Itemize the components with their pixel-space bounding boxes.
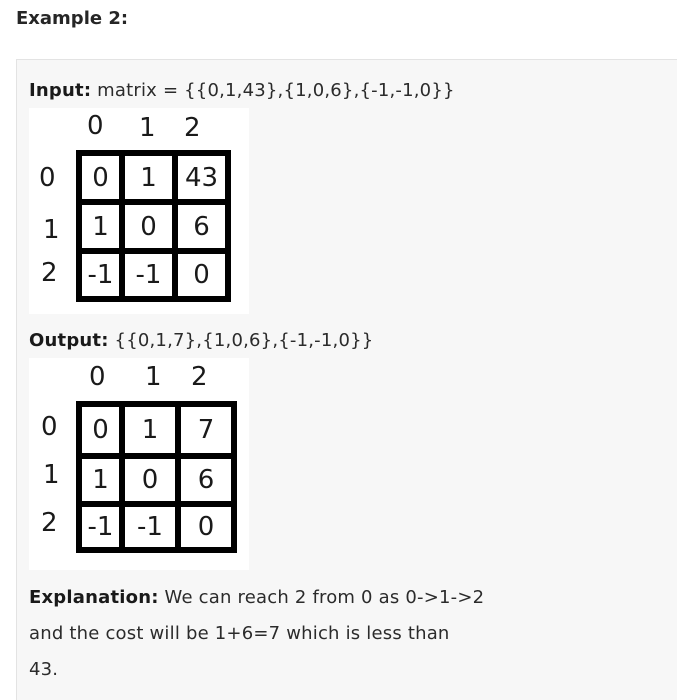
example-heading: Example 2: <box>16 8 129 29</box>
output-value: {{0,1,7},{1,0,6},{-1,-1,0}} <box>108 330 374 351</box>
col-header-0: 0 <box>89 362 106 392</box>
matrix-cell: 1 <box>79 202 122 251</box>
matrix-cell: 1 <box>122 404 178 456</box>
row-header-2: 2 <box>41 508 58 538</box>
input-matrix-grid: 0 1 43 1 0 6 -1 -1 0 <box>76 150 231 302</box>
col-header-1: 1 <box>145 362 162 392</box>
output-line: Output: {{0,1,7},{1,0,6},{-1,-1,0}} <box>29 330 373 351</box>
col-header-2: 2 <box>184 113 201 143</box>
input-value: matrix = {{0,1,43},{1,0,6},{-1,-1,0}} <box>91 80 455 101</box>
explanation-line-2: and the cost will be 1+6=7 which is less… <box>29 623 450 644</box>
explanation-line-3: 43. <box>29 659 59 680</box>
explanation-text-1: We can reach 2 from 0 as 0->1->2 <box>158 587 485 608</box>
matrix-cell: -1 <box>122 251 175 299</box>
matrix-cell: 0 <box>79 153 122 202</box>
matrix-cell: 43 <box>175 153 228 202</box>
matrix-cell: 1 <box>79 456 122 504</box>
matrix-cell: 1 <box>122 153 175 202</box>
matrix-cell: 0 <box>175 251 228 299</box>
row-header-0: 0 <box>39 163 56 193</box>
output-matrix-grid: 0 1 7 1 0 6 -1 -1 0 <box>76 401 237 553</box>
matrix-cell: -1 <box>79 504 122 550</box>
matrix-cell: 7 <box>178 404 234 456</box>
col-header-0: 0 <box>87 111 104 141</box>
explanation-line-1: Explanation: We can reach 2 from 0 as 0-… <box>29 587 484 608</box>
col-header-2: 2 <box>191 362 208 392</box>
row-header-1: 1 <box>43 215 60 245</box>
col-header-1: 1 <box>139 113 156 143</box>
matrix-cell: 0 <box>79 404 122 456</box>
matrix-cell: 0 <box>122 202 175 251</box>
input-matrix-image: 0 1 2 0 1 2 0 1 43 1 0 6 -1 -1 0 <box>29 108 249 314</box>
output-matrix-image: 0 1 2 0 1 2 0 1 7 1 0 6 -1 -1 0 <box>29 358 249 570</box>
matrix-cell: 6 <box>175 202 228 251</box>
input-line: Input: matrix = {{0,1,43},{1,0,6},{-1,-1… <box>29 80 455 101</box>
row-header-1: 1 <box>43 460 60 490</box>
matrix-cell: -1 <box>122 504 178 550</box>
input-label: Input: <box>29 80 92 101</box>
matrix-cell: 6 <box>178 456 234 504</box>
matrix-cell: 0 <box>178 504 234 550</box>
matrix-cell: -1 <box>79 251 122 299</box>
row-header-0: 0 <box>41 412 58 442</box>
output-label: Output: <box>29 330 109 351</box>
row-header-2: 2 <box>41 258 58 288</box>
matrix-cell: 0 <box>122 456 178 504</box>
explanation-label: Explanation: <box>29 587 159 608</box>
